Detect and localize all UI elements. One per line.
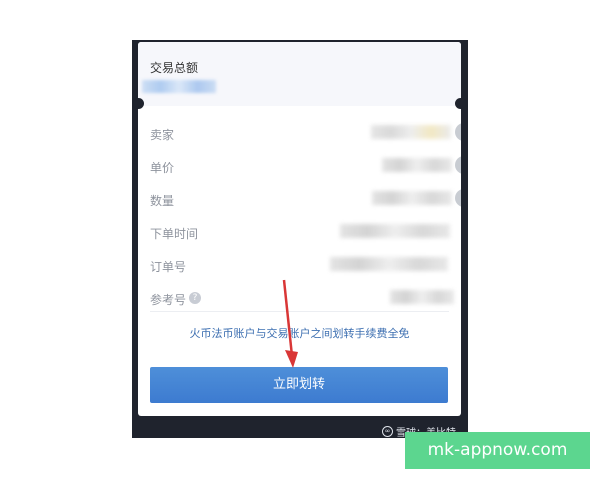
total-amount-label: 交易总额: [150, 61, 199, 75]
quantity-value-blurred: [372, 191, 452, 205]
row-seller: 卖家: [138, 118, 461, 151]
quantity-label: 数量: [150, 194, 175, 208]
quantity-edge: [455, 189, 461, 207]
transfer-now-button[interactable]: 立即划转: [150, 367, 448, 403]
order-number-value-blurred: [330, 257, 448, 271]
seller-avatar-edge: [455, 123, 461, 141]
left-notch: [133, 98, 144, 109]
right-notch: [455, 98, 466, 109]
seller-value-blurred: [371, 125, 451, 139]
red-arrow-annotation: [282, 279, 298, 368]
unit-price-label: 单价: [150, 161, 175, 175]
order-number-label: 订单号: [150, 260, 187, 274]
row-quantity: 数量: [138, 184, 461, 217]
unit-price-value-blurred: [382, 158, 452, 172]
reference-number-label: 参考号: [150, 293, 187, 307]
order-time-value-blurred: [340, 224, 450, 238]
reference-number-value-blurred: [390, 290, 454, 304]
help-icon[interactable]: ?: [189, 292, 201, 304]
site-watermark-banner: mk-appnow.com: [405, 432, 590, 469]
row-order-time: 下单时间: [138, 217, 461, 250]
unit-price-edge: [455, 156, 461, 174]
total-amount-section: 交易总额: [138, 42, 461, 106]
row-unit-price: 单价: [138, 151, 461, 184]
xueqiu-logo-icon: ∞: [382, 426, 393, 437]
seller-label: 卖家: [150, 128, 175, 142]
order-time-label: 下单时间: [150, 227, 199, 241]
total-amount-value-blurred: [142, 80, 216, 93]
